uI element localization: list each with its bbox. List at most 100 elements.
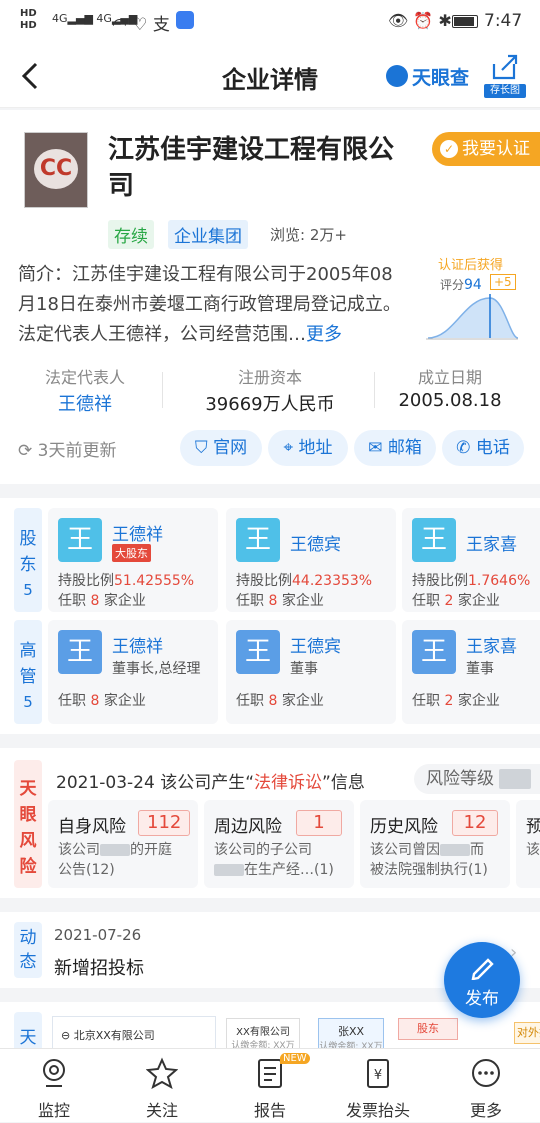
cert-score-badge[interactable]: 认证后获得 评分94 +5: [424, 254, 520, 346]
certify-button[interactable]: ✓ 我要认证: [432, 132, 540, 166]
jobs-count: 任职 8 家企业: [236, 693, 324, 709]
shareholder-name[interactable]: 王家喜: [466, 530, 517, 555]
invoice-icon: ¥: [367, 1059, 389, 1088]
executives-label[interactable]: 高管 5: [14, 620, 42, 724]
tab-monitor[interactable]: 监控: [0, 1049, 108, 1123]
executive-card[interactable]: 王 王德祥 董事长,总经理 任职 8 家企业: [48, 620, 218, 724]
legal-rep: 法定代表人 王德祥: [0, 364, 170, 416]
wifi-icon: ◠ ♡ 支: [112, 15, 170, 35]
shareholder-name[interactable]: 王德宾: [290, 530, 341, 555]
risk-card-title: 预: [526, 817, 540, 837]
graph-shareholder-tag: 股东: [398, 1018, 458, 1040]
group-tag[interactable]: 企业集团: [168, 220, 248, 249]
tab-invoice[interactable]: ¥ 发票抬头: [324, 1049, 432, 1123]
share-export-icon: [492, 54, 518, 80]
verified-check-icon: ✓: [440, 140, 458, 158]
legal-rep-value[interactable]: 王德祥: [0, 390, 170, 416]
capital-value: 39669万人民币: [205, 394, 335, 415]
people-section: 股东 5 高管 5 王 王德祥 大股东 持股比例51.42555% 任职 8 家…: [0, 498, 540, 734]
status-icons: 👁 ⏰ ✱: [388, 11, 452, 30]
brand-logo: 天眼查: [386, 62, 469, 90]
status-bar: HD HD 4G▂▄▆ 4G▂▄▆ ◠ ♡ 支 👁 ⏰ ✱ 7:47: [0, 0, 540, 44]
jobs-count: 任职 8 家企业: [58, 693, 146, 709]
cert-score: 评分94: [440, 277, 482, 293]
avatar: 王: [412, 518, 456, 562]
tab-report[interactable]: NEW 报告: [216, 1049, 324, 1123]
risk-level[interactable]: 风险等级: [414, 764, 540, 794]
website-button[interactable]: ⛉ 官网: [180, 430, 262, 466]
certify-label: 我要认证: [462, 139, 530, 159]
app-notification-icon: [176, 11, 194, 29]
back-arrow-icon: [21, 62, 38, 90]
email-button[interactable]: ✉ 邮箱: [354, 430, 436, 466]
shareholder-card[interactable]: 王 王德祥 大股东 持股比例51.42555% 任职 8 家企业: [48, 508, 218, 612]
back-button[interactable]: [18, 58, 48, 94]
executive-title: 董事: [466, 661, 494, 677]
avatar: 王: [236, 518, 280, 562]
update-text: 3天前更新: [37, 441, 117, 461]
shareholders-label[interactable]: 股东 5: [14, 508, 42, 612]
tab-more[interactable]: 更多: [432, 1049, 540, 1123]
company-card: CC 江苏佳宇建设工程有限公司 ✓ 我要认证 存续 企业集团 浏览: 2万+ 简…: [0, 110, 540, 484]
shield-icon: ⛉: [194, 438, 214, 458]
pencil-icon: [471, 958, 494, 980]
mail-icon: ✉: [368, 438, 388, 458]
intro-text: 简介：江苏佳宇建设工程有限公司于2005年08月18日在泰州市姜堰工商行政管理局…: [18, 264, 401, 345]
new-badge: NEW: [280, 1053, 310, 1064]
jobs-count: 任职 8 家企业: [58, 593, 146, 609]
risk-card-self[interactable]: 自身风险 112 该公司 的开庭 公告(12): [48, 800, 198, 888]
risk-label[interactable]: 天眼风险: [14, 760, 42, 888]
graph-person: 张XX 认缴金额: XX万: [318, 1018, 384, 1052]
jobs-count: 任职 2 家企业: [412, 593, 500, 609]
company-name: 江苏佳宇建设工程有限公司: [108, 135, 395, 201]
signal-icon: HD HD: [20, 8, 37, 31]
risk-card-desc: 该公司 的开庭 公告(12): [58, 842, 172, 878]
risk-headline[interactable]: 2021-03-24 该公司产生“法律诉讼”信息: [56, 768, 365, 793]
executive-name[interactable]: 王家喜: [466, 632, 517, 657]
location-pin-icon: ⌖: [283, 438, 299, 458]
clock: 7:47: [484, 11, 523, 31]
executive-title: 董事长,总经理: [112, 661, 201, 677]
save-long-image-label: 存长图: [484, 84, 526, 98]
publish-label: 发布: [465, 989, 499, 1009]
address-button[interactable]: ⌖ 地址: [268, 430, 348, 466]
risk-card-desc: 该公司曾因而被法院强制执行(1): [370, 842, 488, 878]
publish-fab[interactable]: 发布: [444, 942, 520, 1018]
registered-capital: 注册资本 39669万人民币: [170, 364, 370, 416]
refresh-icon: ⟳: [18, 441, 38, 461]
capital-label: 注册资本: [237, 368, 302, 387]
star-icon: [146, 1057, 178, 1089]
executive-card[interactable]: 王 王德宾 董事 任职 8 家企业: [226, 620, 396, 724]
phone-button[interactable]: ✆ 电话: [442, 430, 524, 466]
save-long-image-button[interactable]: 存长图: [484, 52, 526, 98]
company-intro[interactable]: 简介：江苏佳宇建设工程有限公司于2005年08月18日在泰州市姜堰工商行政管理局…: [18, 260, 410, 356]
score-distribution-chart: [426, 294, 519, 340]
founded-label: 成立日期: [417, 368, 482, 387]
nav-bar: 企业详情 天眼查 存长图: [0, 44, 540, 108]
executive-card[interactable]: 王 王家喜 董事 任职 2 家企业: [402, 620, 540, 724]
risk-card-warning[interactable]: 预 该公: [516, 800, 540, 888]
tianyancha-logo-icon: [386, 65, 408, 87]
major-shareholder-badge: 大股东: [112, 544, 151, 562]
executive-name[interactable]: 王德祥: [112, 632, 163, 657]
shareholder-name[interactable]: 王德祥: [112, 520, 163, 545]
tab-follow[interactable]: 关注: [108, 1049, 216, 1123]
risk-card-history[interactable]: 历史风险 12 该公司曾因而被法院强制执行(1): [360, 800, 510, 888]
battery-icon: [452, 15, 478, 28]
graph-label: 天: [14, 1012, 42, 1052]
intro-more-link[interactable]: 更多: [306, 324, 342, 345]
shareholder-card[interactable]: 王 王家喜 持股比例1.7646% 任职 2 家企业: [402, 508, 540, 612]
executive-name[interactable]: 王德宾: [290, 632, 341, 657]
more-icon: [472, 1059, 500, 1087]
jobs-count: 任职 2 家企业: [412, 693, 500, 709]
update-info[interactable]: ⟳ 3天前更新: [18, 436, 116, 461]
jobs-count: 任职 8 家企业: [236, 593, 324, 609]
views-count: 浏览: 2万+: [270, 226, 347, 244]
founded-value: 2005.08.18: [398, 390, 502, 411]
risk-card-surrounding[interactable]: 周边风险 1 该公司的子公司 在生产经…(1): [204, 800, 354, 888]
shareholder-card[interactable]: 王 王德宾 持股比例44.23353% 任职 8 家企业: [226, 508, 396, 612]
founded-date: 成立日期 2005.08.18: [370, 364, 530, 411]
share-ratio: 持股比例1.7646%: [412, 573, 531, 589]
avatar: 王: [412, 630, 456, 674]
svg-text:¥: ¥: [374, 1068, 382, 1083]
